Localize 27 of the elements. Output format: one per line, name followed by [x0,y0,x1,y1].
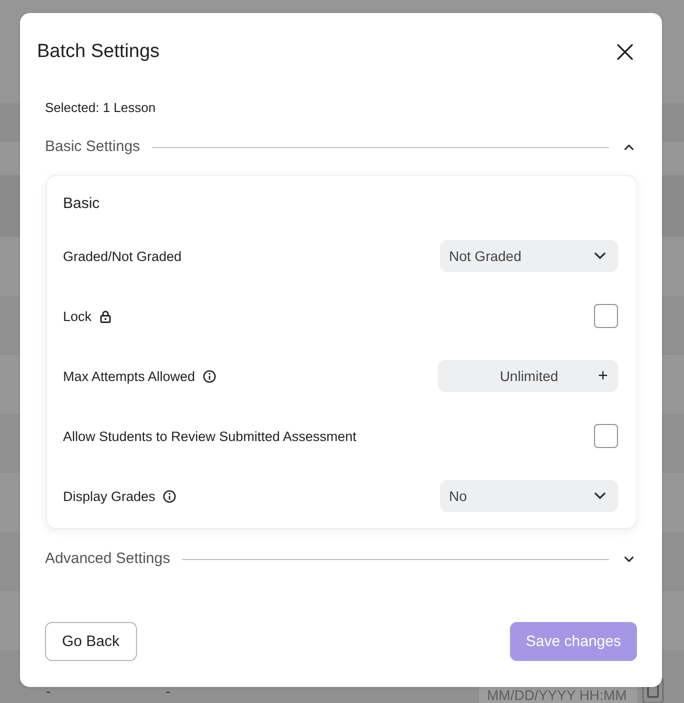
dropdown-select[interactable]: No [440,480,618,512]
setting-label: Max Attempts Allowed [63,368,196,384]
checkbox[interactable] [594,304,618,328]
chevron-up-icon[interactable] [624,144,634,150]
setting-label: Lock [63,308,92,324]
selection-summary: Selected: 1 Lesson [45,99,156,117]
chevron-down-icon [594,492,606,500]
close-button[interactable] [617,44,633,60]
close-icon [617,44,633,60]
section-title[interactable]: Advanced Settings [45,549,170,569]
back-button[interactable]: Go Back [45,622,137,661]
table-cell-text: - [166,682,170,701]
dialog-title: Batch Settings [37,40,160,64]
increment-button[interactable]: + [592,364,614,388]
info-icon[interactable] [163,490,176,502]
table-cell-text: - [46,682,51,701]
number-field[interactable]: Unlimited + [438,360,618,392]
info-icon[interactable] [203,370,216,382]
setting-label: Graded/Not Graded [63,248,182,264]
section-title[interactable]: Basic Settings [45,137,140,157]
checkbox[interactable] [594,424,618,448]
setting-label: Display Grades [63,488,156,504]
dropdown-select[interactable]: Not Graded [440,240,618,272]
chevron-down-icon[interactable] [624,556,634,562]
group-title: Basic [63,194,100,214]
chevron-down-icon [594,252,606,260]
setting-label: Allow Students to Review Submitted Assessment [63,428,356,444]
